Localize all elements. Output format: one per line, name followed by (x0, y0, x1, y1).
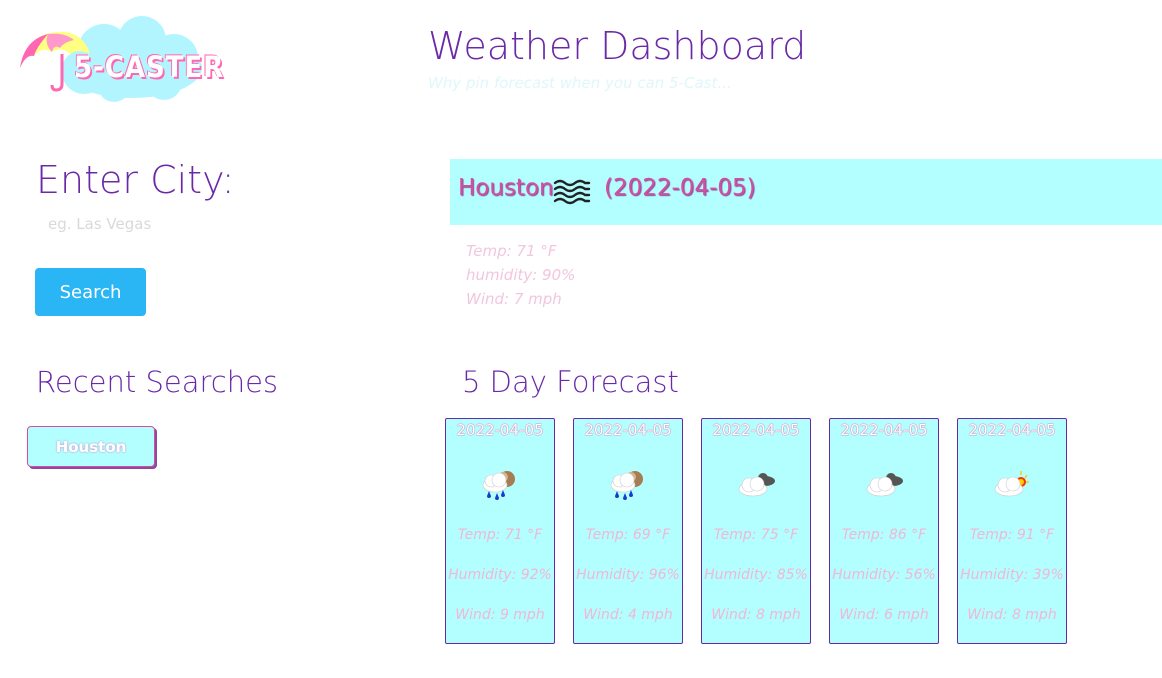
current-date: (2022-04-05) (604, 175, 756, 201)
recent-search-item-houston[interactable]: Houston (27, 426, 155, 467)
forecast-date: 2022-04-05 (456, 421, 544, 439)
rain-icon (479, 467, 523, 503)
forecast-wind: Wind: 6 mph (839, 607, 929, 623)
forecast-card: 2022-04-05 Temp: 71 °F Humidity: 92% Win… (445, 418, 555, 644)
forecast-date: 2022-04-05 (840, 421, 928, 439)
app-logo: 5-CASTER (14, 10, 223, 106)
enter-city-label: Enter City: (36, 158, 235, 202)
recent-searches-title: Recent Searches (36, 365, 279, 399)
forecast-date: 2022-04-05 (968, 421, 1056, 439)
forecast-date: 2022-04-05 (584, 421, 672, 439)
forecast-wind: Wind: 4 mph (583, 607, 673, 623)
forecast-card: 2022-04-05 Temp: 69 °F Humidity: 96% Win… (573, 418, 683, 644)
mist-icon (552, 177, 592, 207)
forecast-humidity: Humidity: 92% (448, 567, 552, 583)
rain-icon (607, 467, 651, 503)
current-wind: Wind: 7 mph (466, 290, 562, 308)
broken-clouds-icon (863, 467, 907, 503)
forecast-date: 2022-04-05 (712, 421, 800, 439)
city-search-input[interactable] (36, 210, 348, 238)
forecast-temp: Temp: 86 °F (841, 527, 927, 543)
page-subtitle: Why pin forecast when you can 5-Cast... (428, 74, 732, 92)
forecast-temp: Temp: 91 °F (969, 527, 1055, 543)
forecast-humidity: Humidity: 96% (576, 567, 680, 583)
current-city-name: Houston (458, 175, 554, 201)
forecast-temp: Temp: 71 °F (457, 527, 543, 543)
forecast-temp: Temp: 75 °F (713, 527, 799, 543)
forecast-humidity: Humidity: 56% (832, 567, 936, 583)
forecast-humidity: Humidity: 85% (704, 567, 808, 583)
current-temp: Temp: 71 °F (466, 242, 557, 260)
forecast-humidity: Humidity: 39% (960, 567, 1064, 583)
forecast-title: 5 Day Forecast (462, 365, 679, 399)
forecast-card: 2022-04-05 Temp: 75 °F Humidity: 85% Win… (701, 418, 811, 644)
current-weather-header: Houston (2022-04-05) (450, 159, 1162, 225)
search-button[interactable]: Search (35, 268, 146, 316)
page-title: Weather Dashboard (428, 24, 807, 68)
forecast-wind: Wind: 8 mph (967, 607, 1057, 623)
forecast-card: 2022-04-05 Temp: 86 °F Humidity: 56% Win… (829, 418, 939, 644)
few-clouds-icon (991, 467, 1035, 503)
logo-text: 5-CASTER (74, 50, 225, 84)
current-humidity: humidity: 90% (466, 266, 576, 284)
broken-clouds-icon (735, 467, 779, 503)
forecast-temp: Temp: 69 °F (585, 527, 671, 543)
forecast-card: 2022-04-05 Temp: 91 °F Humidity: 39% Win… (957, 418, 1067, 644)
forecast-wind: Wind: 8 mph (711, 607, 801, 623)
forecast-wind: Wind: 9 mph (455, 607, 545, 623)
